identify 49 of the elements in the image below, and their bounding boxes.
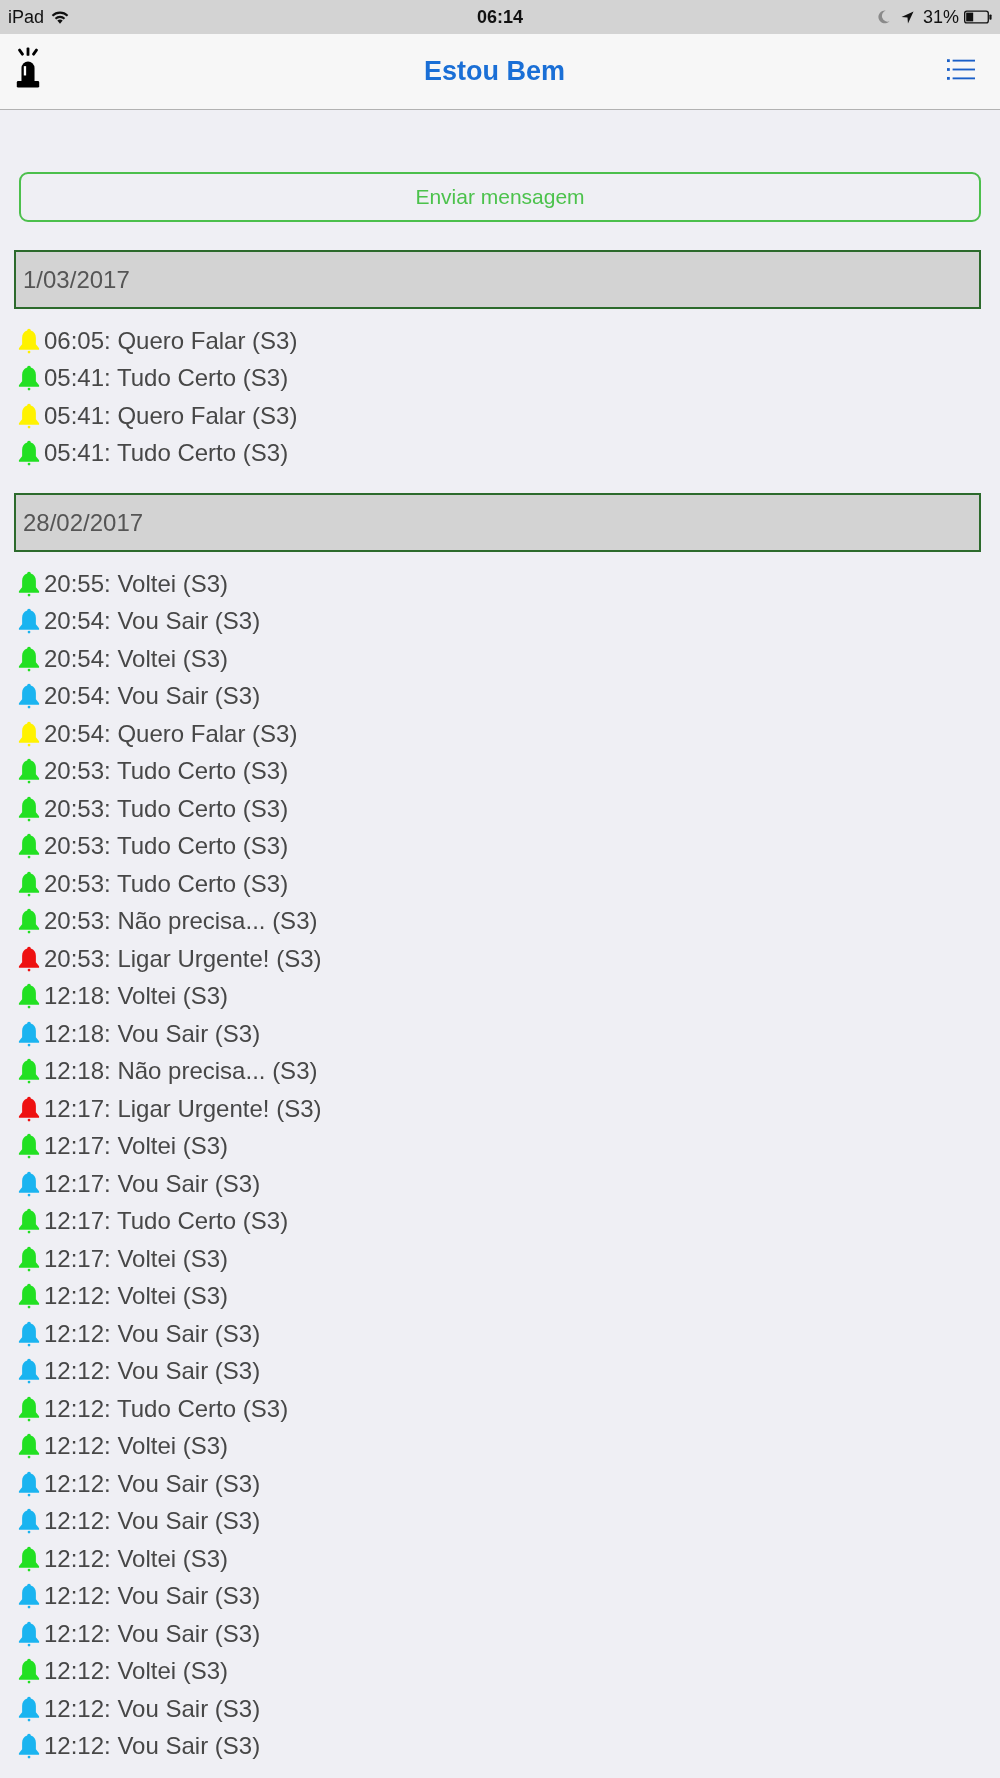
message-text: 12:18: Não precisa... (S3) xyxy=(44,1057,318,1086)
siren-icon[interactable] xyxy=(14,46,42,89)
app-title: Estou Bem xyxy=(424,56,565,87)
message-text: 20:54: Vou Sair (S3) xyxy=(44,607,261,636)
message-text: 12:18: Voltei (S3) xyxy=(44,982,229,1011)
message-text: 12:12: Vou Sair (S3) xyxy=(44,1619,261,1648)
message-text: 20:53: Não precisa... (S3) xyxy=(44,907,318,936)
message-text: 20:54: Quero Falar (S3) xyxy=(44,719,298,748)
message-text: 05:41: Quero Falar (S3) xyxy=(44,401,298,430)
message-text: 12:12: Vou Sair (S3) xyxy=(44,1469,261,1498)
message-text: 12:12: Vou Sair (S3) xyxy=(44,1357,261,1386)
message-text: 12:17: Voltei (S3) xyxy=(44,1244,229,1273)
location-arrow-icon xyxy=(900,10,914,24)
date-header: 28/02/2017 xyxy=(14,493,981,552)
message-text: 12:12: Vou Sair (S3) xyxy=(44,1582,261,1611)
message-text: 20:53: Ligar Urgente! (S3) xyxy=(44,944,322,973)
message-text: 20:54: Vou Sair (S3) xyxy=(44,682,261,711)
battery-icon xyxy=(964,10,992,24)
message-text: 12:17: Ligar Urgente! (S3) xyxy=(44,1094,322,1123)
wifi-icon xyxy=(51,10,70,24)
message-text: 12:12: Vou Sair (S3) xyxy=(44,1694,261,1723)
battery-percent: 31% xyxy=(922,6,959,28)
message-text: 12:12: Tudo Certo (S3) xyxy=(44,1394,289,1423)
clock-time: 06:14 xyxy=(476,6,523,28)
message-text: 12:12: Vou Sair (S3) xyxy=(44,1732,261,1761)
message-text: 20:53: Tudo Certo (S3) xyxy=(44,794,289,823)
message-text: 12:18: Vou Sair (S3) xyxy=(44,1019,261,1048)
message-text: 05:41: Tudo Certo (S3) xyxy=(44,364,289,393)
menu-icon[interactable] xyxy=(947,58,975,81)
message-text: 12:12: Vou Sair (S3) xyxy=(44,1319,261,1348)
moon-icon xyxy=(877,10,890,24)
message-text: 12:17: Voltei (S3) xyxy=(44,1132,229,1161)
date-header: 1/03/2017 xyxy=(14,250,981,309)
message-text: 05:41: Tudo Certo (S3) xyxy=(44,439,289,468)
message-text: 12:12: Vou Sair (S3) xyxy=(44,1507,261,1536)
message-text: 12:12: Voltei (S3) xyxy=(44,1432,229,1461)
device-name: iPad xyxy=(8,6,45,28)
message-text: 12:17: Tudo Certo (S3) xyxy=(44,1207,289,1236)
message-text: 20:53: Tudo Certo (S3) xyxy=(44,832,289,861)
message-text: 20:53: Tudo Certo (S3) xyxy=(44,869,289,898)
message-text: 20:54: Voltei (S3) xyxy=(44,644,229,673)
send-message-button[interactable]: Enviar mensagem xyxy=(19,172,981,222)
message-text: 12:12: Voltei (S3) xyxy=(44,1282,229,1311)
message-text: 12:12: Voltei (S3) xyxy=(44,1544,229,1573)
message-text: 20:55: Voltei (S3) xyxy=(44,569,229,598)
message-text: 06:05: Quero Falar (S3) xyxy=(44,326,298,355)
message-text: 12:12: Voltei (S3) xyxy=(44,1657,229,1686)
message-text: 12:17: Vou Sair (S3) xyxy=(44,1169,261,1198)
message-text: 20:53: Tudo Certo (S3) xyxy=(44,757,289,786)
